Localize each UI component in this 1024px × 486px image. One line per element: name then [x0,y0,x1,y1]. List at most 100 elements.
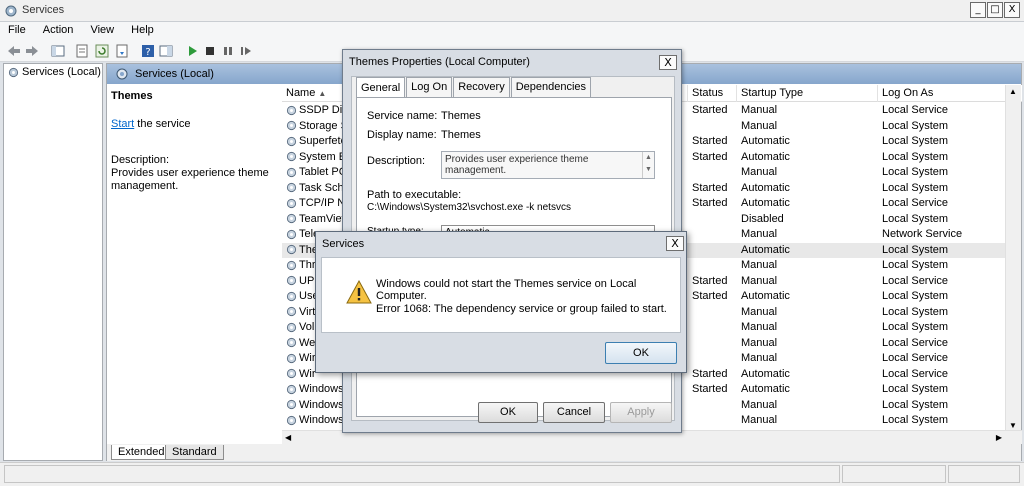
apply-button[interactable]: Apply [610,402,672,423]
service-name: Superfetc [299,135,347,147]
service-gear-icon [286,399,297,410]
maximize-button[interactable]: □ [987,2,1003,18]
service-startup-type: Manual [741,228,778,240]
column-header-startup-type[interactable]: Startup Type [741,87,803,99]
scroll-left-icon[interactable]: ◀ [285,433,291,442]
service-name-cell: The [286,244,318,256]
dialog-close-button[interactable]: X [659,55,677,70]
help-icon[interactable]: ? [140,43,156,59]
tab-standard[interactable]: Standard [165,445,224,460]
service-startup-type: Automatic [741,243,790,256]
service-log-on-as: Local Service [882,274,949,287]
service-log-on-as: Local System [882,398,949,411]
service-name-label: Service name: [367,110,438,122]
back-arrow-icon[interactable] [6,43,22,59]
service-gear-icon [286,167,297,177]
error-message: Windows could not start the Themes servi… [376,278,637,302]
service-gear-icon [286,291,297,301]
close-button[interactable]: X [1004,2,1020,18]
start-service-link[interactable]: Start [111,118,134,130]
error-ok-button[interactable]: OK [605,342,677,364]
service-gear-icon [286,105,297,115]
export-list-icon[interactable] [114,43,130,59]
description-text: Provides user experience theme managemen… [111,167,269,192]
service-name-cell: Tablet PC [286,166,347,178]
service-log-on-as: Local Service [882,104,949,116]
console-tree-icon[interactable] [50,43,66,59]
tab-recovery[interactable]: Recovery [453,77,510,97]
view-tabs: Extended Standard [107,444,1021,461]
description-textbox[interactable]: Provides user experience theme managemen… [441,151,655,179]
properties-page-icon[interactable] [74,43,90,59]
column-header-log-on-as[interactable]: Log On As [882,87,933,99]
service-name-cell: UPr [286,275,318,287]
service-status: Started [692,367,728,380]
menu-help[interactable]: Help [125,22,160,38]
service-startup-type: Manual [741,305,778,318]
column-divider[interactable] [687,85,688,102]
menu-file[interactable]: File [2,22,32,38]
tab-log-on[interactable]: Log On [406,77,453,97]
scroll-up-icon[interactable]: ▲ [1009,87,1017,96]
service-log-on-as: Network Service [882,228,963,240]
service-startup-type: Automatic [741,367,790,380]
column-header-name[interactable]: Name ▲ [286,87,326,99]
column-divider[interactable] [736,85,737,102]
service-startup-type: Manual [741,336,778,349]
stop-service-icon[interactable] [202,43,218,59]
description-scrollbar[interactable]: ▲ ▼ [642,152,654,178]
service-name-cell: Windows [286,414,344,426]
show-hide-pane-icon[interactable] [158,43,174,59]
menu-action[interactable]: Action [37,22,80,38]
service-status: Started [692,135,728,147]
service-log-on-as: Local System [882,305,949,318]
window-titlebar: Services _ □ X [0,0,1024,22]
error-body: Windows could not start the Themes servi… [321,257,681,333]
status-segment [842,465,946,483]
service-name-cell: Task Sche [286,182,350,194]
error-dialog-title: Services [322,238,365,250]
column-name-label: Name [286,87,316,99]
service-status: Started [692,197,728,209]
service-startup-type: Automatic [741,181,790,194]
refresh-icon[interactable] [94,43,110,59]
tab-dependencies[interactable]: Dependencies [510,77,592,97]
status-segment [948,465,1020,483]
tree-item-services-local[interactable]: Services (Local) [8,66,101,78]
ok-button[interactable]: OK [478,402,538,423]
menu-view[interactable]: View [84,22,120,38]
tab-general[interactable]: General [356,77,406,97]
service-log-on-as: Local System [882,383,949,395]
service-name-cell: Wir [286,352,316,364]
column-divider[interactable] [877,85,878,102]
service-log-on-as: Local System [882,150,949,163]
error-close-button[interactable]: X [666,236,684,251]
minimize-button[interactable]: _ [970,2,986,18]
pause-service-icon[interactable] [220,43,236,59]
forward-arrow-icon[interactable] [24,43,40,59]
display-name-label: Display name: [367,129,437,141]
service-gear-icon [286,136,297,146]
service-gear-icon [286,275,297,286]
column-header-status[interactable]: Status [692,87,723,99]
service-log-on-as: Local System [882,166,949,178]
service-name-cell: Superfetc [286,135,346,147]
service-gear-icon [286,213,297,224]
status-segment [4,465,840,483]
service-status: Started [692,383,728,395]
scroll-down-icon[interactable]: ▼ [1009,421,1017,430]
service-log-on-as: Local Service [882,367,949,380]
selected-service-name: Themes [111,90,153,102]
service-name-cell: Vol [286,321,314,333]
scroll-right-icon[interactable]: ▶ [996,433,1002,442]
service-log-on-as: Local System [882,212,949,225]
sort-ascending-icon: ▲ [318,89,327,98]
start-service-icon[interactable] [184,43,200,59]
vertical-scrollbar[interactable]: ▲ ▼ [1005,85,1021,432]
restart-service-icon[interactable] [238,43,254,59]
service-log-on-as: Local Service [882,197,949,209]
tab-extended[interactable]: Extended [111,445,172,460]
service-startup-type: Manual [741,321,778,333]
cancel-button[interactable]: Cancel [543,402,605,423]
service-name-cell: Windows [286,383,344,395]
